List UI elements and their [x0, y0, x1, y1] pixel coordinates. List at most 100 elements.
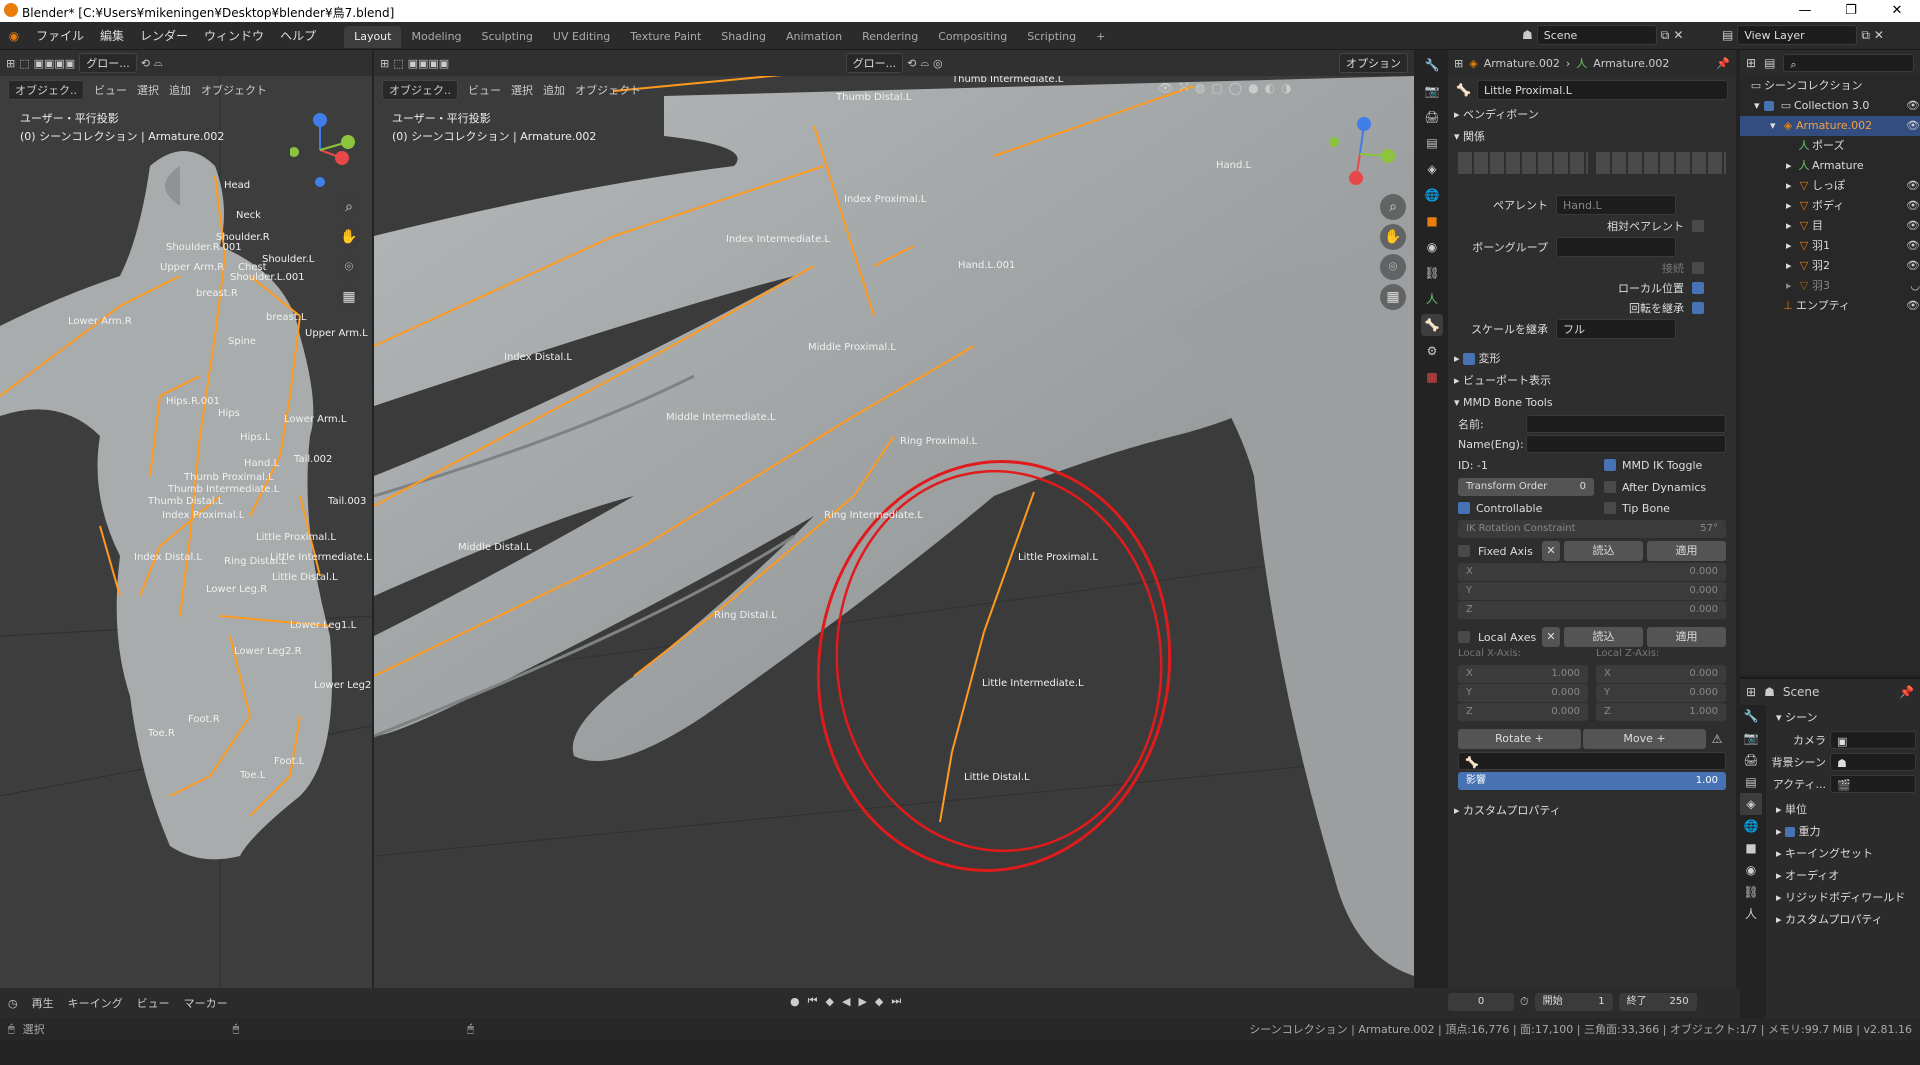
pan-hand-icon[interactable]: ✋ [1380, 224, 1406, 250]
menu-view[interactable]: ビュー [468, 82, 501, 98]
menu-add[interactable]: 追加 [543, 82, 565, 98]
section-relations[interactable]: ▾ 関係 [1448, 126, 1736, 148]
marker-menu[interactable]: マーカー [184, 995, 228, 1011]
minimize-button[interactable]: — [1782, 0, 1828, 22]
clear-icon[interactable]: ✕ [1542, 627, 1560, 647]
bg-scene-field[interactable]: ☗ [1830, 753, 1916, 771]
outliner-pose[interactable]: 人ポーズ [1740, 136, 1920, 156]
outliner-mesh[interactable]: ▸ ▽ ボディ 👁 [1740, 196, 1920, 216]
constraints-tab-icon[interactable]: ⛓ [1421, 262, 1443, 284]
scene-tab-icon[interactable]: ◈ [1421, 158, 1443, 180]
bone-name-field[interactable]: Little Proximal.L [1476, 80, 1728, 100]
section-custom-properties[interactable]: ▸ カスタムプロパティ [1770, 909, 1916, 931]
overlay-toggle-icon[interactable]: ◍ [1195, 81, 1205, 95]
add-workspace-button[interactable]: + [1086, 26, 1115, 48]
outliner-mesh[interactable]: ▸ ▽ しっぽ 👁 [1740, 176, 1920, 196]
menu-help[interactable]: ヘルプ [272, 22, 324, 50]
editor-type-icon[interactable]: ⊞ [380, 57, 389, 70]
tab-texture-paint[interactable]: Texture Paint [620, 26, 711, 48]
section-viewport-display[interactable]: ▸ ビューポート表示 [1448, 370, 1736, 392]
fixed-z-field[interactable]: Z 0.000 [1458, 601, 1726, 619]
select-tool-icon[interactable]: ⬚ [19, 57, 29, 70]
section-mmd-bone-tools[interactable]: ▾ MMD Bone Tools [1448, 392, 1736, 414]
tab-layout[interactable]: Layout [344, 26, 402, 48]
outliner-search-field[interactable]: ⌕ [1783, 54, 1914, 72]
display-mode-icon[interactable]: ▤ [1764, 56, 1775, 70]
transform-order-field[interactable]: Transform Order 0 [1458, 478, 1594, 496]
menu-object[interactable]: オブジェクト [575, 82, 641, 98]
snap-icon[interactable]: ⌓ [920, 56, 929, 70]
play-reverse-icon[interactable]: ◀ [842, 995, 850, 1008]
section-bendy-bones[interactable]: ▸ ベンディボーン [1448, 104, 1736, 126]
menu-window[interactable]: ウィンドウ [196, 22, 272, 50]
fixed-axis-load-button[interactable]: 読込 [1564, 541, 1643, 561]
bone-tab-icon[interactable]: 🦴 [1421, 314, 1443, 336]
menu-file[interactable]: ファイル [28, 22, 92, 50]
pivot-icon[interactable]: ⟲ [141, 57, 150, 70]
outliner-armature[interactable]: ▾ ◈ Armature.002 👁 [1740, 116, 1920, 136]
physics-tab-icon[interactable]: ◉ [1421, 236, 1443, 258]
render-tab-icon[interactable]: 📷 [1740, 727, 1762, 749]
mode-dropdown[interactable]: オブジェク.. [382, 80, 458, 100]
world-tab-icon[interactable]: 🌐 [1740, 815, 1762, 837]
outliner-empty[interactable]: ⊥ エンプティ 👁 [1740, 296, 1920, 316]
tab-modeling[interactable]: Modeling [401, 26, 471, 48]
local-z-y-field[interactable]: Y 0.000 [1596, 684, 1726, 702]
visibility-icon[interactable]: 👁 [1158, 81, 1173, 95]
armature-data-tab-icon[interactable]: 人 [1740, 903, 1762, 925]
scene-field[interactable]: Scene [1536, 25, 1657, 45]
local-x-z-field[interactable]: Z 0.000 [1458, 703, 1588, 721]
local-z-z-field[interactable]: Z 1.000 [1596, 703, 1726, 721]
menu-select[interactable]: 選択 [511, 82, 533, 98]
current-frame-field[interactable]: 0 [1448, 993, 1514, 1011]
local-location-checkbox[interactable] [1692, 282, 1704, 294]
controllable-checkbox[interactable] [1458, 502, 1470, 514]
local-axes-load-button[interactable]: 読込 [1564, 627, 1643, 647]
object-tab-icon[interactable]: ■ [1421, 210, 1443, 232]
tab-animation[interactable]: Animation [776, 26, 852, 48]
inherit-scale-dropdown[interactable]: フル [1556, 319, 1676, 339]
outliner-mesh[interactable]: ▸ ▽ 羽2 👁 [1740, 256, 1920, 276]
fixed-axis-checkbox[interactable] [1458, 545, 1470, 557]
close-button[interactable]: ✕ [1874, 0, 1920, 22]
eye-icon[interactable]: 👁 [1906, 96, 1920, 116]
main-viewport[interactable]: ユーザー・平行投影 (0) シーンコレクション | Armature.002 T… [374, 76, 1414, 988]
camera-view-icon[interactable]: ⌾ [336, 254, 362, 280]
record-icon[interactable]: ● [790, 995, 800, 1008]
outliner-mesh[interactable]: ▸ ▽ 目 👁 [1740, 216, 1920, 236]
after-dynamics-checkbox[interactable] [1604, 481, 1616, 493]
proportional-edit-icon[interactable]: ◎ [933, 57, 943, 70]
section-audio[interactable]: ▸ オーディオ [1770, 865, 1916, 887]
solid-shading-icon[interactable]: ● [1248, 81, 1258, 95]
tool-tab-icon[interactable]: 🔧 [1740, 705, 1762, 727]
new-view-layer-icon[interactable]: ⧉ [1861, 28, 1870, 43]
blender-menu-icon[interactable]: ◉ [0, 29, 28, 43]
influence-slider[interactable]: 影響 1.00 [1458, 772, 1726, 790]
section-custom-properties[interactable]: ▸ カスタムプロパティ [1448, 800, 1736, 822]
move-plus-button[interactable]: Move + [1583, 729, 1706, 749]
view-layer-field[interactable]: View Layer [1737, 25, 1858, 45]
maximize-button[interactable]: ❐ [1828, 0, 1874, 22]
clear-icon[interactable]: ✕ [1542, 541, 1560, 561]
snap-icon[interactable]: ⌓ [154, 56, 163, 70]
menu-select[interactable]: 選択 [137, 82, 159, 98]
eye-icon[interactable]: 👁 [1906, 296, 1920, 316]
local-axes-apply-button[interactable]: 適用 [1647, 627, 1726, 647]
connected-checkbox[interactable] [1692, 262, 1704, 274]
left-viewport[interactable]: ユーザー・平行投影 (0) シーンコレクション | Armature.002 H… [0, 76, 372, 988]
output-tab-icon[interactable]: 🖨 [1421, 106, 1443, 128]
parent-field[interactable]: Hand.L [1556, 195, 1676, 215]
play-icon[interactable]: ▶ [858, 995, 866, 1008]
active-clip-field[interactable]: 🎬 [1830, 775, 1916, 793]
editor-type-icon[interactable]: ⊞ [1746, 685, 1756, 699]
grid-view-icon[interactable]: ▦ [1380, 284, 1406, 310]
eye-icon[interactable]: 👁 [1906, 256, 1920, 276]
section-keying-sets[interactable]: ▸ キーイングセット [1770, 843, 1916, 865]
section-rigid-body-world[interactable]: ▸ リジッドボディワールド [1770, 887, 1916, 909]
ik-rotation-field[interactable]: IK Rotation Constraint 57° [1458, 520, 1726, 538]
transform-orientation-dropdown[interactable]: グロー... [79, 53, 137, 73]
inherit-rotation-checkbox[interactable] [1692, 302, 1704, 314]
prev-keyframe-icon[interactable]: ◆ [826, 995, 834, 1008]
tab-sculpting[interactable]: Sculpting [472, 26, 543, 48]
mmd-name-field[interactable] [1526, 415, 1726, 433]
